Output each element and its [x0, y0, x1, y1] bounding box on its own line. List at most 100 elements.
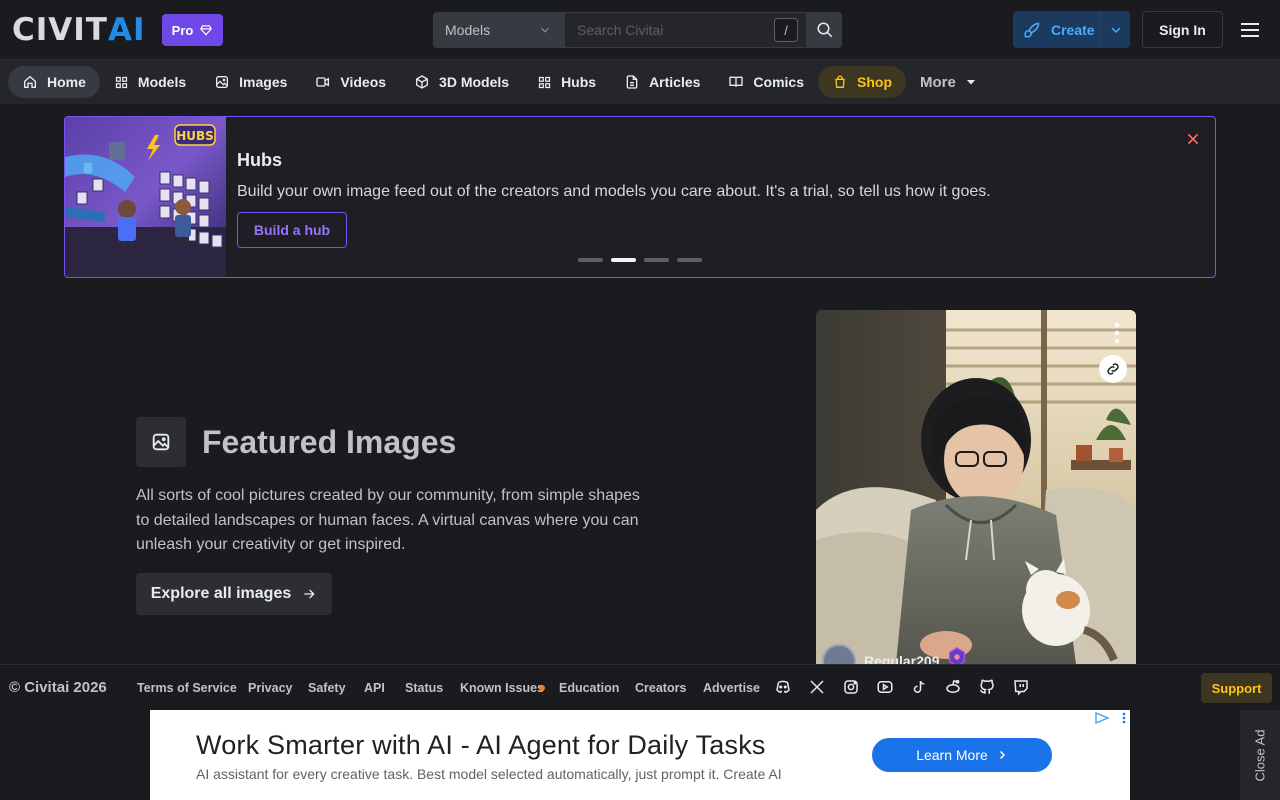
search-button[interactable]	[807, 12, 842, 48]
create-dropdown-toggle[interactable]	[1101, 22, 1130, 38]
featured-images-title: Featured Images	[202, 424, 457, 460]
reddit-icon[interactable]	[944, 678, 962, 696]
nav-shop-label: Shop	[857, 74, 892, 90]
footer-link-advertise[interactable]: Advertise	[703, 681, 760, 695]
ad-choices[interactable]	[1094, 712, 1126, 724]
nav-hubs[interactable]: Hubs	[523, 66, 610, 98]
search-placeholder: Search Civitai	[577, 22, 664, 38]
pro-button[interactable]: Pro	[162, 14, 223, 46]
file-text-icon	[626, 75, 638, 89]
footer-link-creators[interactable]: Creators	[635, 681, 686, 695]
close-ad-button[interactable]: Close Ad	[1240, 710, 1280, 800]
create-button[interactable]: Create	[1013, 11, 1130, 48]
book-icon	[729, 76, 744, 87]
search-shortcut-key: /	[774, 18, 798, 42]
sign-in-button[interactable]: Sign In	[1142, 11, 1223, 48]
carousel-dot-3[interactable]	[644, 258, 669, 262]
carousel-indicators	[578, 258, 702, 262]
civitai-logo[interactable]: CIVIT AI	[12, 12, 146, 48]
adchoices-icon[interactable]	[1094, 712, 1112, 724]
home-icon	[24, 75, 36, 88]
cube-icon	[416, 75, 429, 89]
chevron-down-icon	[541, 27, 549, 33]
github-icon[interactable]	[978, 678, 996, 696]
main-nav: Home Models Images Videos 3D Models Hubs…	[0, 60, 1280, 104]
nav-more-label: More	[920, 73, 956, 91]
card-username[interactable]: Regular209	[864, 653, 939, 664]
nav-models[interactable]: Models	[100, 66, 200, 98]
featured-image	[816, 310, 1136, 664]
nav-home[interactable]: Home	[8, 66, 100, 98]
chevron-down-icon	[1111, 27, 1120, 33]
create-main-button[interactable]: Create	[1013, 11, 1101, 48]
photo-icon	[216, 76, 229, 88]
card-menu-icon[interactable]	[1114, 322, 1120, 344]
search-icon	[817, 22, 832, 38]
ad-title[interactable]: Work Smarter with AI - AI Agent for Dail…	[196, 730, 766, 761]
support-label: Support	[1211, 680, 1262, 696]
footer-link-terms[interactable]: Terms of Service	[137, 681, 237, 695]
ad-options-icon[interactable]	[1122, 712, 1126, 724]
nav-videos[interactable]: Videos	[301, 66, 400, 98]
nav-home-label: Home	[47, 74, 86, 90]
featured-image-card[interactable]: Regular209	[816, 310, 1136, 664]
footer: © Civitai 2026 Terms of Service Privacy …	[0, 664, 1280, 710]
banner-title: Hubs	[237, 150, 282, 170]
search-input[interactable]: Search Civitai /	[564, 12, 807, 48]
x-icon[interactable]	[808, 678, 826, 696]
nav-articles-label: Articles	[649, 74, 701, 90]
nav-images[interactable]: Images	[200, 66, 301, 98]
menu-icon[interactable]	[1238, 18, 1262, 42]
twitch-icon[interactable]	[1012, 678, 1030, 696]
carousel-dot-1[interactable]	[578, 258, 603, 262]
shopping-bag-icon	[835, 75, 845, 88]
ad-subtitle: AI assistant for every creative task. Be…	[196, 766, 782, 782]
support-button[interactable]: Support	[1201, 673, 1272, 703]
grid-icon	[538, 76, 551, 88]
hubs-illustration-label: HUBS	[176, 129, 214, 143]
footer-link-api[interactable]: API	[364, 681, 385, 695]
search-category-value: Models	[445, 22, 491, 38]
ad-area: Work Smarter with AI - AI Agent for Dail…	[0, 710, 1280, 800]
nav-articles[interactable]: Articles	[610, 66, 714, 98]
build-hub-button[interactable]: Build a hub	[237, 212, 347, 248]
learn-more-label: Learn More	[916, 747, 988, 763]
search-bar: Models Search Civitai /	[433, 12, 842, 48]
known-issues-indicator	[539, 685, 545, 691]
carousel-dot-2[interactable]	[611, 258, 636, 262]
advertisement[interactable]: Work Smarter with AI - AI Agent for Dail…	[150, 710, 1130, 800]
nav-comics[interactable]: Comics	[714, 66, 818, 98]
youtube-icon[interactable]	[876, 678, 894, 696]
footer-link-education[interactable]: Education	[559, 681, 619, 695]
featured-images-icon-box	[136, 417, 186, 467]
nav-3d-models[interactable]: 3D Models	[400, 66, 523, 98]
search-category-select[interactable]: Models	[433, 12, 564, 48]
grid-icon	[115, 76, 128, 88]
close-icon[interactable]	[1185, 131, 1201, 147]
nav-comics-label: Comics	[753, 74, 804, 90]
arrow-right-icon	[304, 589, 315, 599]
photo-icon	[152, 433, 170, 451]
nav-images-label: Images	[239, 74, 288, 90]
carousel-dot-4[interactable]	[677, 258, 702, 262]
tiktok-icon[interactable]	[910, 678, 928, 696]
pro-label: Pro	[171, 22, 194, 38]
hubs-banner: HUBS Hubs Build your own image feed out …	[64, 116, 1216, 278]
discord-icon[interactable]	[774, 678, 792, 696]
footer-link-safety[interactable]: Safety	[308, 681, 346, 695]
card-link-button[interactable]	[1099, 355, 1127, 383]
logo-civit-text: CIVIT	[12, 12, 108, 48]
footer-link-known-issues[interactable]: Known Issues	[460, 681, 544, 695]
nav-shop[interactable]: Shop	[818, 66, 906, 98]
brush-icon	[1024, 22, 1040, 37]
video-icon	[316, 77, 330, 87]
nav-more[interactable]: More	[906, 66, 991, 98]
footer-link-status[interactable]: Status	[405, 681, 443, 695]
explore-all-images-button[interactable]: Explore all images	[136, 573, 332, 615]
logo-ai-text: AI	[107, 12, 146, 48]
footer-link-privacy[interactable]: Privacy	[248, 681, 292, 695]
instagram-icon[interactable]	[842, 678, 860, 696]
nav-3d-models-label: 3D Models	[439, 74, 510, 90]
link-icon	[1107, 363, 1119, 375]
learn-more-button[interactable]: Learn More	[872, 738, 1052, 772]
